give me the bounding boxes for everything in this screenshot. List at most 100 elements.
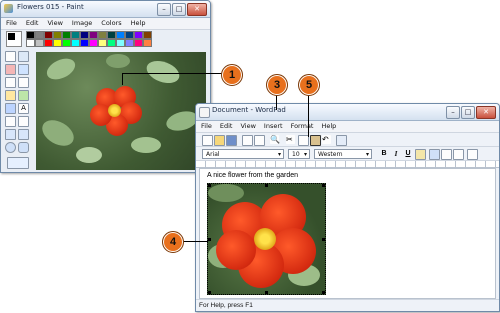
align-center-icon[interactable]	[441, 149, 452, 160]
curve-icon[interactable]	[18, 116, 29, 127]
rect-select-icon[interactable]	[18, 51, 29, 62]
palette-color-swatch[interactable]	[116, 31, 125, 39]
paste-icon[interactable]	[310, 135, 321, 146]
wordpad-minimize-button[interactable]: –	[446, 106, 460, 119]
fill-style-icon[interactable]	[7, 157, 29, 169]
wordpad-menu-view[interactable]: View	[240, 121, 255, 132]
line-icon[interactable]	[5, 116, 16, 127]
palette-color-swatch[interactable]	[107, 31, 116, 39]
bold-button[interactable]: B	[379, 149, 389, 159]
resize-handle[interactable]	[322, 238, 325, 241]
color-icon[interactable]	[415, 149, 426, 160]
palette-color-swatch[interactable]	[89, 31, 98, 39]
palette-color-swatch[interactable]	[143, 31, 152, 39]
find-icon[interactable]: 🔍	[270, 135, 280, 144]
wordpad-menu-file[interactable]: File	[201, 121, 212, 132]
resize-handle[interactable]	[265, 184, 268, 187]
resize-handle[interactable]	[208, 291, 211, 294]
embedded-flower-image[interactable]	[207, 183, 326, 295]
wordpad-menu-insert[interactable]: Insert	[264, 121, 283, 132]
palette-color-swatch[interactable]	[44, 31, 53, 39]
undo-icon[interactable]: ↶	[322, 135, 331, 144]
resize-handle[interactable]	[208, 238, 211, 241]
palette-color-swatch[interactable]	[53, 31, 62, 39]
palette-color-swatch[interactable]	[26, 39, 35, 47]
save-icon[interactable]	[226, 135, 237, 146]
open-folder-icon[interactable]	[214, 135, 225, 146]
rectangle-icon[interactable]	[5, 129, 16, 140]
ruler[interactable]	[196, 161, 499, 168]
palette-color-swatch[interactable]	[98, 31, 107, 39]
paint-menu-view[interactable]: View	[47, 18, 62, 29]
paint-canvas-image[interactable]	[36, 52, 206, 170]
palette-color-swatch[interactable]	[44, 39, 53, 47]
paint-title-bar[interactable]: Flowers 015 - Paint – □ ✕	[1, 1, 210, 18]
script-select[interactable]: Western ▾	[314, 149, 372, 159]
palette-color-swatch[interactable]	[80, 39, 89, 47]
cut-icon[interactable]: ✂	[286, 135, 295, 144]
palette-color-swatch[interactable]	[35, 31, 44, 39]
font-size-select[interactable]: 10 ▾	[288, 149, 310, 159]
wordpad-menu-format[interactable]: Format	[291, 121, 314, 132]
palette-color-swatch[interactable]	[71, 31, 80, 39]
wordpad-close-button[interactable]: ✕	[476, 106, 496, 119]
paint-maximize-button[interactable]: □	[172, 3, 186, 16]
print-icon[interactable]	[242, 135, 253, 146]
resize-handle[interactable]	[322, 291, 325, 294]
color-picker-icon[interactable]	[5, 77, 16, 88]
wordpad-menu-edit[interactable]: Edit	[220, 121, 233, 132]
align-right-icon[interactable]	[453, 149, 464, 160]
palette-color-swatch[interactable]	[98, 39, 107, 47]
wordpad-title-bar[interactable]: Document - WordPad – □ ✕	[196, 104, 499, 121]
eraser-icon[interactable]	[5, 64, 16, 75]
palette-color-swatch[interactable]	[116, 39, 125, 47]
palette-color-swatch[interactable]	[35, 39, 44, 47]
palette-color-swatch[interactable]	[53, 39, 62, 47]
align-left-icon[interactable]	[429, 149, 440, 160]
paint-menu-colors[interactable]: Colors	[101, 18, 121, 29]
wordpad-menu-help[interactable]: Help	[321, 121, 336, 132]
paint-menu-image[interactable]: Image	[72, 18, 92, 29]
paint-menu-edit[interactable]: Edit	[26, 18, 39, 29]
pencil-icon[interactable]	[5, 90, 16, 101]
print-preview-icon[interactable]	[254, 135, 265, 146]
font-name-select[interactable]: Arial ▾	[202, 149, 284, 159]
palette-color-swatch[interactable]	[134, 39, 143, 47]
paint-close-button[interactable]: ✕	[187, 3, 207, 16]
text-icon[interactable]: A	[18, 103, 29, 114]
insert-datetime-icon[interactable]	[336, 135, 347, 146]
paint-current-colors[interactable]	[6, 31, 22, 47]
fill-icon[interactable]	[18, 64, 29, 75]
resize-handle[interactable]	[322, 184, 325, 187]
bullets-icon[interactable]	[467, 149, 478, 160]
magnifier-icon[interactable]	[18, 77, 29, 88]
document-text[interactable]: A nice flower from the garden	[207, 172, 298, 179]
palette-color-swatch[interactable]	[62, 31, 71, 39]
underline-button[interactable]: U	[403, 149, 413, 159]
palette-color-swatch[interactable]	[62, 39, 71, 47]
palette-color-swatch[interactable]	[125, 31, 134, 39]
resize-handle[interactable]	[265, 291, 268, 294]
palette-color-swatch[interactable]	[143, 39, 152, 47]
free-select-icon[interactable]	[5, 51, 16, 62]
palette-color-swatch[interactable]	[89, 39, 98, 47]
document-area[interactable]: A nice flower from the garden	[199, 168, 496, 299]
ellipse-icon[interactable]	[5, 142, 16, 153]
italic-button[interactable]: I	[391, 149, 401, 159]
wordpad-maximize-button[interactable]: □	[461, 106, 475, 119]
palette-color-swatch[interactable]	[71, 39, 80, 47]
palette-color-swatch[interactable]	[125, 39, 134, 47]
polygon-icon[interactable]	[18, 129, 29, 140]
paint-menu-file[interactable]: File	[6, 18, 17, 29]
palette-color-swatch[interactable]	[26, 31, 35, 39]
palette-color-swatch[interactable]	[80, 31, 89, 39]
rounded-rect-icon[interactable]	[18, 142, 29, 153]
paint-minimize-button[interactable]: –	[157, 3, 171, 16]
airbrush-icon[interactable]	[5, 103, 16, 114]
brush-icon[interactable]	[18, 90, 29, 101]
new-document-icon[interactable]	[202, 135, 213, 146]
palette-color-swatch[interactable]	[107, 39, 116, 47]
palette-color-swatch[interactable]	[134, 31, 143, 39]
paint-menu-help[interactable]: Help	[131, 18, 146, 29]
resize-handle[interactable]	[208, 184, 211, 187]
